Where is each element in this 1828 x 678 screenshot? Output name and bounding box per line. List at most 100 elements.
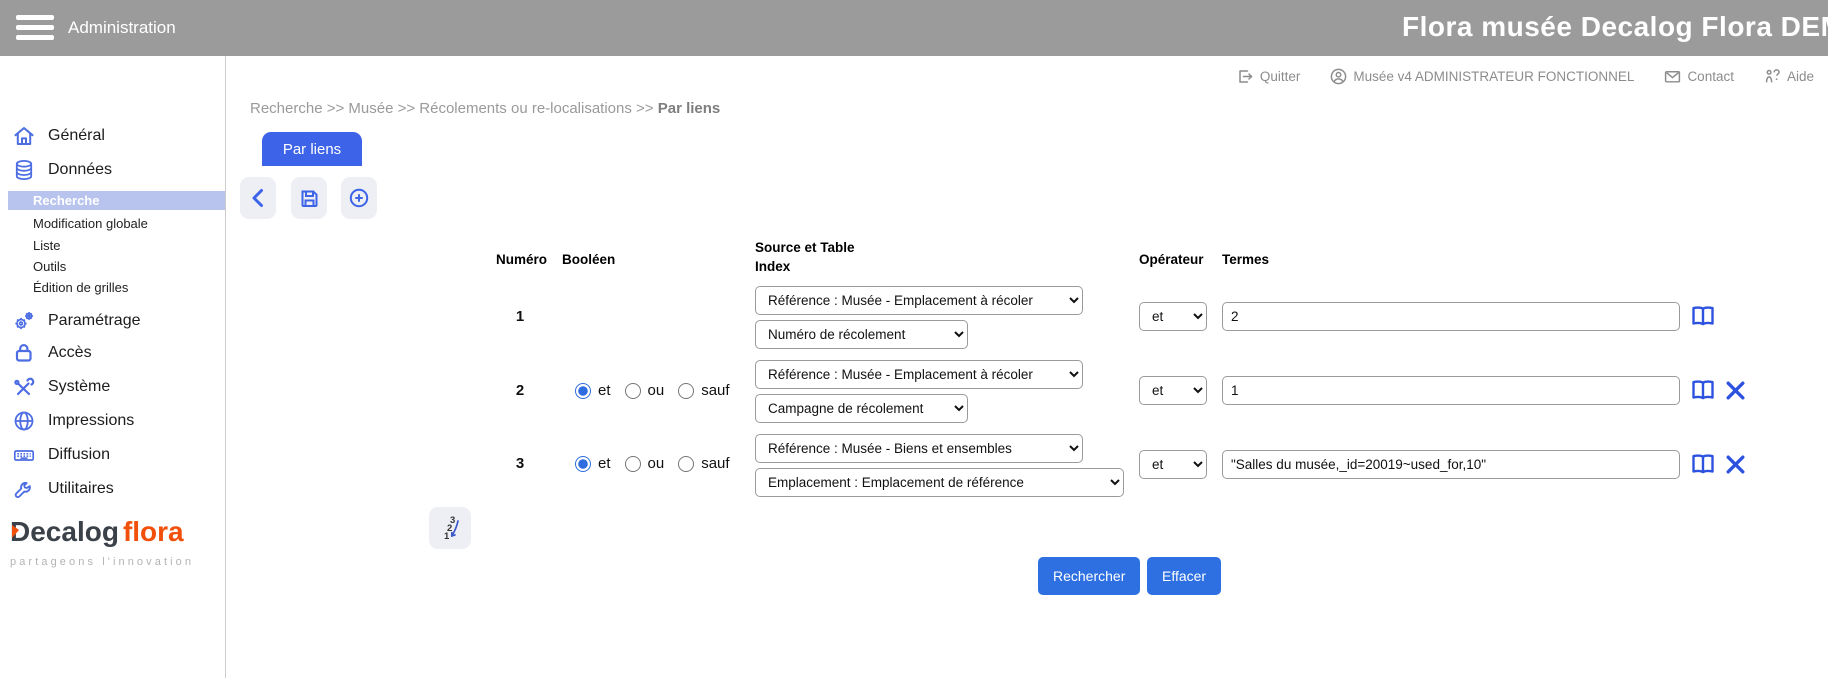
effacer-button[interactable]: Effacer: [1147, 557, 1221, 595]
radio-label-sauf[interactable]: sauf: [701, 382, 729, 399]
row2-index-select[interactable]: Campagne de récolement: [755, 394, 968, 423]
sidebar-item-acces[interactable]: Accès: [12, 339, 92, 367]
contact-link[interactable]: Contact: [1664, 68, 1734, 85]
sidebar-item-general[interactable]: Général: [12, 122, 105, 150]
radio-label-et[interactable]: et: [598, 382, 611, 399]
sidebar-item-utilitaires[interactable]: Utilitaires: [12, 475, 114, 503]
close-icon: [1724, 379, 1747, 402]
row2-lookup-button[interactable]: [1690, 379, 1716, 402]
row2-radio-et[interactable]: [575, 383, 591, 399]
book-icon: [1690, 305, 1716, 328]
decalog-flora-logo: Decalogflora partageons l'innovation: [10, 516, 220, 568]
logo-tagline: partageons l'innovation: [10, 556, 220, 568]
row2-boolean-radios: et ou sauf: [575, 382, 737, 399]
sidebar-item-donnees[interactable]: Données: [12, 156, 112, 184]
row3-radio-ou[interactable]: [625, 456, 641, 472]
sidebar-subitem-liste[interactable]: Liste: [33, 237, 60, 255]
row2-source-select[interactable]: Référence : Musée - Emplacement à récole…: [755, 360, 1083, 389]
database-icon: [12, 158, 36, 182]
row2-delete-button[interactable]: [1724, 379, 1747, 402]
quitter-label: Quitter: [1260, 69, 1301, 84]
tab-par-liens[interactable]: Par liens: [262, 132, 362, 166]
radio-label-ou[interactable]: ou: [648, 382, 665, 399]
logo-product: flora: [123, 516, 184, 547]
app-title: Flora musée Decalog Flora DEMO: [1402, 11, 1828, 43]
row3-boolean-radios: et ou sauf: [575, 455, 737, 472]
row3-operator-select[interactable]: et: [1139, 450, 1207, 479]
sidebar: Général Données Recherche Modification g…: [0, 56, 225, 678]
radio-label-sauf[interactable]: sauf: [701, 455, 729, 472]
radio-label-et[interactable]: et: [598, 455, 611, 472]
sidebar-item-label: Accès: [48, 344, 92, 362]
row1-lookup-button[interactable]: [1690, 305, 1716, 328]
administration-page: Administration Flora musée Decalog Flora…: [0, 0, 1828, 678]
aide-label: Aide: [1787, 69, 1814, 84]
radio-label-ou[interactable]: ou: [648, 455, 665, 472]
sidebar-subitem-outils[interactable]: Outils: [33, 258, 66, 276]
help-icon: [1764, 68, 1781, 85]
row3-index-select[interactable]: Emplacement : Emplacement de référence: [755, 468, 1124, 497]
header-booleen: Booléen: [562, 252, 615, 267]
row1-operator-select[interactable]: et: [1139, 302, 1207, 331]
breadcrumb: Recherche >> Musée >> Récolements ou re-…: [250, 100, 720, 117]
numeric-sort-desc-button[interactable]: 3 2 1: [429, 507, 471, 549]
logo-brand: Decalog: [10, 516, 119, 547]
row1-index-select[interactable]: Numéro de récolement: [755, 320, 968, 349]
quitter-link[interactable]: Quitter: [1237, 68, 1301, 85]
row2-operator-select[interactable]: et: [1139, 376, 1207, 405]
add-button[interactable]: [341, 177, 377, 219]
sidebar-item-label: Diffusion: [48, 446, 110, 464]
close-icon: [1724, 453, 1747, 476]
row1-terms-input[interactable]: [1222, 302, 1680, 331]
sidebar-subitem-edition-de-grilles[interactable]: Édition de grilles: [33, 279, 128, 297]
row3-terms-input[interactable]: [1222, 450, 1680, 479]
sidebar-item-impressions[interactable]: Impressions: [12, 407, 134, 435]
user-account[interactable]: Musée v4 ADMINISTRATEUR FONCTIONNEL: [1330, 68, 1634, 85]
sidebar-subitem-recherche[interactable]: Recherche: [8, 191, 225, 210]
envelope-icon: [1664, 68, 1681, 85]
row1-source-select[interactable]: Référence : Musée - Emplacement à récole…: [755, 286, 1083, 315]
save-button[interactable]: [291, 177, 327, 219]
hamburger-icon[interactable]: [16, 15, 54, 41]
breadcrumb-current: Par liens: [658, 100, 721, 117]
sidebar-subitem-modification-globale[interactable]: Modification globale: [33, 215, 148, 233]
breadcrumb-path: Recherche >> Musée >> Récolements ou re-…: [250, 100, 654, 117]
row3-delete-button[interactable]: [1724, 453, 1747, 476]
flame-icon: [12, 525, 19, 538]
lock-icon: [12, 341, 36, 365]
user-circle-icon: [1330, 68, 1347, 85]
sidebar-item-diffusion[interactable]: Diffusion: [12, 441, 110, 469]
header-termes: Termes: [1222, 252, 1269, 267]
row2-radio-sauf[interactable]: [678, 383, 694, 399]
sidebar-item-label: Général: [48, 127, 105, 145]
header-source-table: Source et Table: [755, 240, 855, 255]
row2-terms-input[interactable]: [1222, 376, 1680, 405]
row-number: 3: [509, 455, 531, 472]
sidebar-item-label: Impressions: [48, 412, 134, 430]
sidebar-item-parametrage[interactable]: Paramétrage: [12, 307, 141, 335]
save-icon: [298, 187, 321, 210]
book-icon: [1690, 453, 1716, 476]
topbar: Administration Flora musée Decalog Flora…: [0, 0, 1828, 56]
user-label: Musée v4 ADMINISTRATEUR FONCTIONNEL: [1353, 69, 1634, 84]
back-button[interactable]: [240, 177, 276, 219]
sidebar-item-label: Données: [48, 161, 112, 179]
header-numero: Numéro: [496, 252, 547, 267]
aide-link[interactable]: Aide: [1764, 68, 1814, 85]
chevron-left-icon: [247, 187, 269, 209]
contact-label: Contact: [1687, 69, 1734, 84]
exit-icon: [1237, 68, 1254, 85]
row3-lookup-button[interactable]: [1690, 453, 1716, 476]
book-icon: [1690, 379, 1716, 402]
row3-radio-et[interactable]: [575, 456, 591, 472]
row2-radio-ou[interactable]: [625, 383, 641, 399]
row3-radio-sauf[interactable]: [678, 456, 694, 472]
row3-source-select[interactable]: Référence : Musée - Biens et ensembles: [755, 434, 1083, 463]
header-index: Index: [755, 259, 790, 274]
rechercher-button[interactable]: Rechercher: [1038, 557, 1140, 595]
sidebar-divider: [225, 56, 226, 678]
svg-text:1: 1: [444, 531, 450, 542]
userbar: Quitter Musée v4 ADMINISTRATEUR FONCTION…: [1237, 68, 1814, 85]
sidebar-item-systeme[interactable]: Système: [12, 373, 110, 401]
sidebar-item-label: Système: [48, 378, 110, 396]
